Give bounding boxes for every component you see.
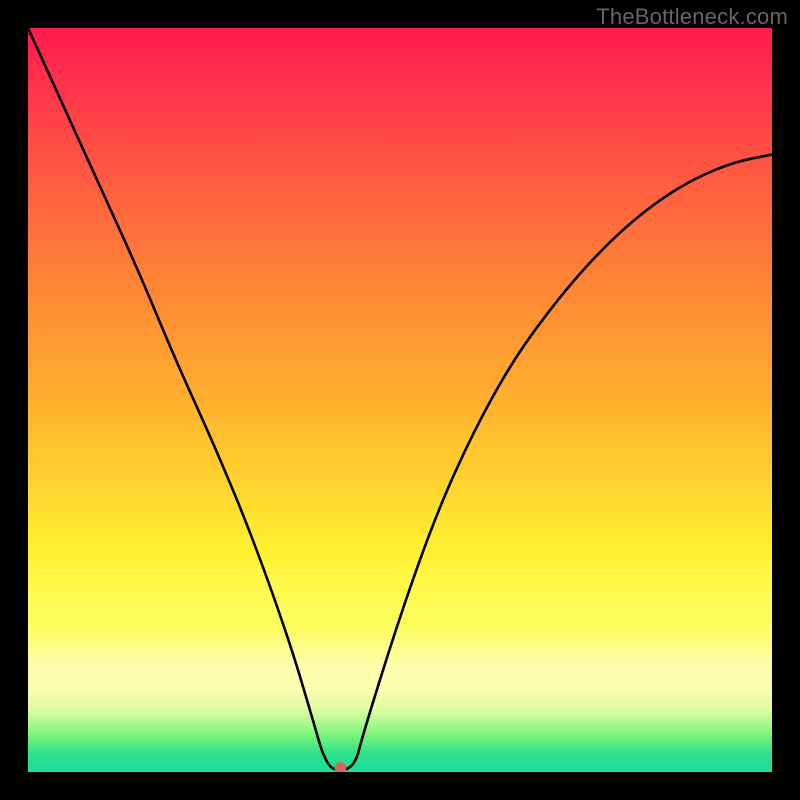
chart-frame: TheBottleneck.com [0, 0, 800, 800]
watermark-label: TheBottleneck.com [596, 4, 788, 30]
minimum-point-dot [335, 762, 347, 772]
plot-area [28, 28, 772, 772]
curve-path [28, 28, 772, 770]
bottleneck-curve [28, 28, 772, 772]
